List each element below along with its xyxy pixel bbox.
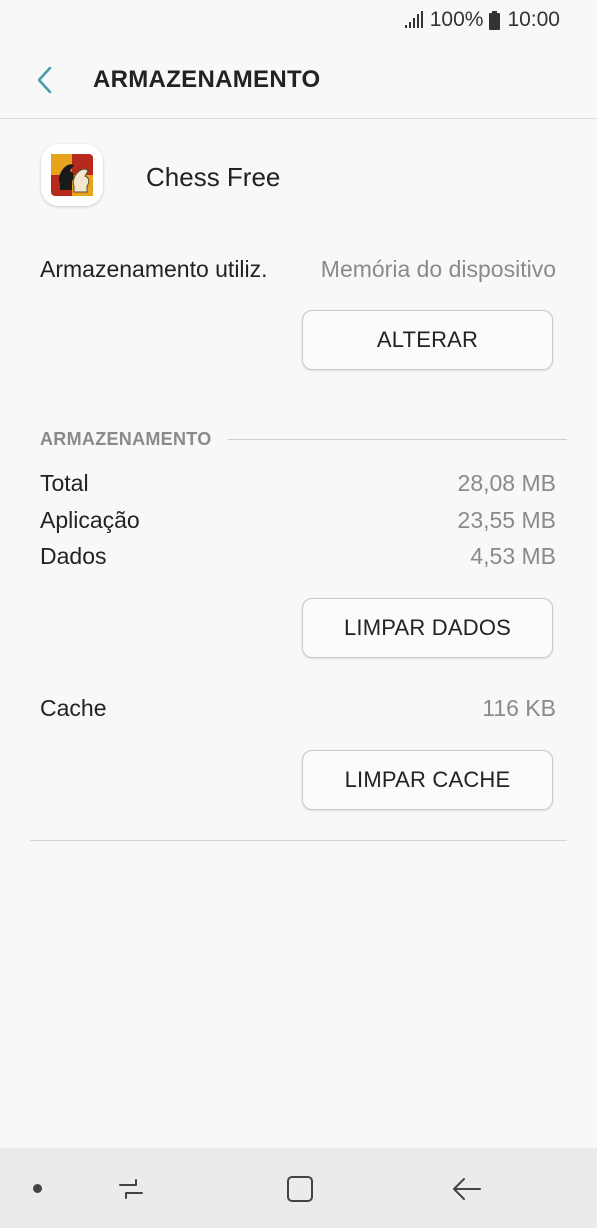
- storage-used-label: Armazenamento utiliz.: [40, 256, 268, 282]
- status-bar: 100% 10:00: [0, 0, 597, 40]
- navigation-bar: [0, 1148, 597, 1228]
- home-button[interactable]: [282, 1172, 316, 1206]
- storage-section-header: ARMAZENAMENTO: [40, 429, 212, 449]
- home-icon: [287, 1176, 313, 1202]
- application-label: Aplicação: [40, 507, 140, 533]
- data-value: 4,53 MB: [470, 543, 556, 569]
- storage-location-value: Memória do dispositivo: [320, 256, 556, 282]
- signal-icon: [404, 11, 423, 28]
- app-name: Chess Free: [146, 162, 281, 192]
- clear-cache-button[interactable]: LIMPAR CACHE: [302, 750, 553, 810]
- section-divider: [228, 439, 567, 440]
- total-label: Total: [40, 470, 89, 496]
- battery-percentage: 100%: [429, 8, 484, 31]
- app-bar-divider: [0, 118, 597, 119]
- back-chevron-icon: [37, 66, 52, 94]
- data-label: Dados: [40, 543, 107, 569]
- change-storage-button[interactable]: ALTERAR: [302, 310, 553, 370]
- clock: 10:00: [507, 8, 560, 31]
- content-divider: [30, 840, 567, 841]
- recents-icon: [119, 1179, 143, 1199]
- page-title: ARMAZENAMENTO: [93, 66, 321, 93]
- chess-app-icon: [41, 144, 103, 206]
- status-indicators: 100% 10:00: [404, 7, 560, 33]
- nav-back-button[interactable]: [450, 1172, 484, 1206]
- application-value: 23,55 MB: [457, 507, 556, 533]
- clear-data-button[interactable]: LIMPAR DADOS: [302, 598, 553, 658]
- total-value: 28,08 MB: [457, 470, 556, 496]
- nav-dot-icon[interactable]: [33, 1184, 42, 1193]
- back-button[interactable]: [30, 63, 62, 97]
- battery-icon: [489, 10, 501, 30]
- recents-button[interactable]: [114, 1172, 148, 1206]
- back-icon: [453, 1178, 481, 1200]
- app-bar: ARMAZENAMENTO: [0, 48, 597, 112]
- cache-label: Cache: [40, 695, 107, 721]
- cache-value: 116 KB: [482, 695, 556, 721]
- app-header: Chess Free: [40, 140, 560, 210]
